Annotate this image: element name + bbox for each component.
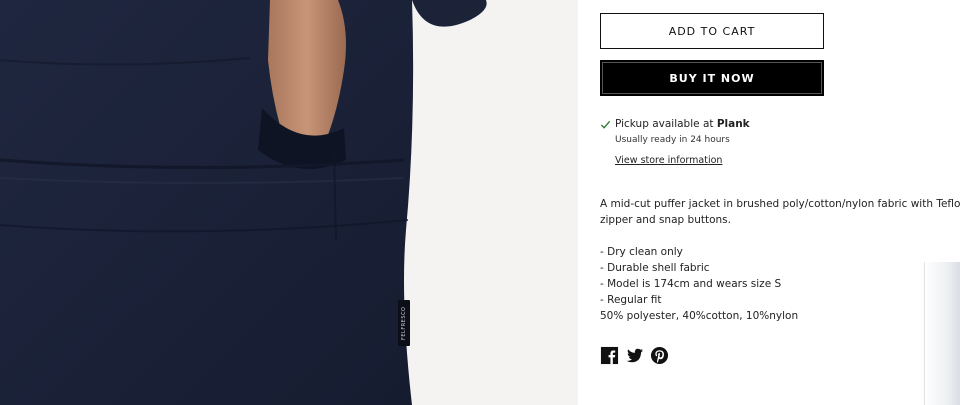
jacket-photo (0, 0, 578, 405)
check-icon (600, 120, 611, 129)
pickup-status: Pickup available at Plank (615, 118, 750, 130)
pickup-location: Plank (716, 118, 750, 130)
social-share (600, 346, 669, 365)
composition: 50% polyester, 40%cotton, 10%nylon (600, 310, 799, 322)
feature-item: - Regular fit (600, 294, 662, 306)
twitter-icon[interactable] (625, 346, 644, 365)
feature-item: - Dry clean only (600, 246, 683, 258)
feature-item: - Durable shell fabric (600, 262, 710, 274)
pinterest-icon[interactable] (650, 346, 669, 365)
product-description: A mid-cut puffer jacket in brushed poly/… (600, 196, 960, 324)
facebook-icon[interactable] (600, 346, 619, 365)
product-image: FELFRESCO (0, 0, 578, 405)
add-to-cart-button[interactable]: ADD TO CART (600, 13, 824, 49)
description-line: A mid-cut puffer jacket in brushed poly/… (600, 198, 960, 210)
view-store-information-link[interactable]: View store information (615, 155, 722, 166)
description-line: zipper and snap buttons. (600, 214, 731, 226)
brand-tag-text: FELFRESCO (401, 306, 407, 340)
feature-item: - Model is 174cm and wears size S (600, 278, 782, 290)
pickup-prefix: Pickup available at (615, 118, 717, 130)
pickup-ready-time: Usually ready in 24 hours (615, 135, 730, 145)
buy-now-button[interactable]: BUY IT NOW (600, 60, 824, 96)
